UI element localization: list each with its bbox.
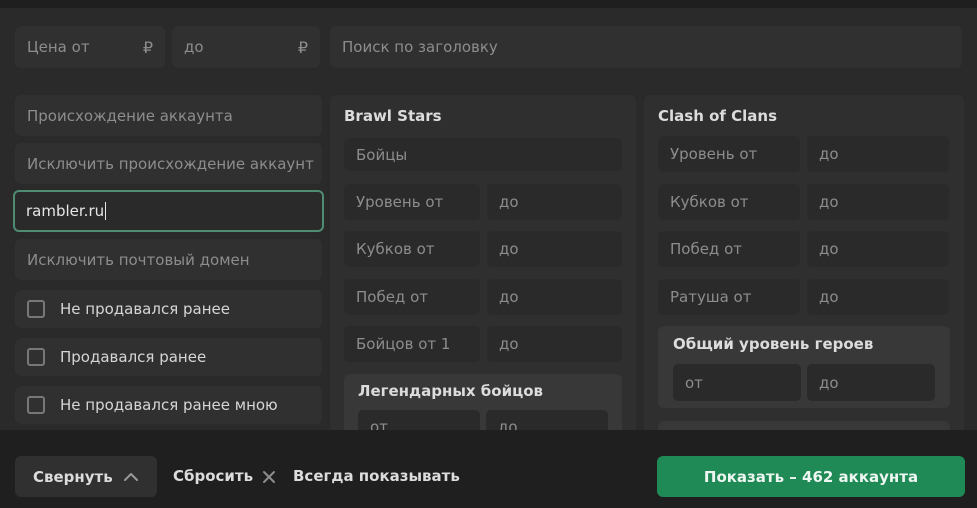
bs-wins-from-input[interactable]: Побед от (344, 279, 480, 315)
bs-wins-to-input[interactable]: до (487, 279, 622, 315)
placeholder: Побед от (356, 288, 428, 306)
placeholder: от (685, 373, 703, 392)
heroes-level-group: Общий уровень героев от до (658, 326, 950, 408)
checkbox-not-sold-before[interactable]: Не продавался ранее (15, 290, 322, 328)
coc-level-to-input[interactable]: до (807, 136, 949, 172)
heroes-to-input[interactable]: до (807, 364, 935, 401)
exclude-email-domain-input[interactable]: Исключить почтовый домен (15, 239, 322, 280)
exclude-email-domain-placeholder: Исключить почтовый домен (27, 250, 250, 269)
placeholder: до (499, 193, 519, 211)
price-to-placeholder: до (184, 38, 204, 56)
text-caret (105, 202, 107, 220)
bs-level-to-input[interactable]: до (487, 184, 622, 220)
reset-link[interactable]: Сбросить (173, 467, 253, 485)
bs-cups-to-input[interactable]: до (487, 231, 622, 267)
placeholder: Ратуша от (670, 288, 752, 306)
placeholder: до (819, 193, 839, 211)
placeholder: Уровень от (670, 145, 758, 163)
brawl-stars-panel: Brawl Stars Бойцы Уровень от до Кубков о… (330, 95, 636, 444)
fighters-placeholder: Бойцы (356, 145, 408, 164)
placeholder: до (819, 145, 839, 163)
placeholder: Уровень от (356, 193, 444, 211)
ruble-icon: ₽ (297, 37, 308, 57)
show-results-label: Показать – 462 аккаунта (703, 467, 919, 486)
show-results-button[interactable]: Показать – 462 аккаунта (657, 456, 965, 497)
coc-townhall-from-input[interactable]: Ратуша от (658, 279, 800, 315)
always-show-link[interactable]: Всегда показывать (293, 467, 460, 485)
collapse-button[interactable]: Свернуть (15, 456, 157, 497)
email-domain-value: rambler.ru (26, 202, 105, 220)
email-domain-input[interactable]: rambler.ru (13, 190, 324, 232)
fighters-input[interactable]: Бойцы (344, 138, 622, 171)
exclude-origin-input[interactable]: Исключить происхождение аккаунт (15, 143, 322, 184)
close-icon[interactable] (261, 469, 277, 485)
checkbox-label: Продавался ранее (60, 348, 207, 366)
placeholder: Кубков от (356, 240, 435, 258)
coc-cups-from-input[interactable]: Кубков от (658, 184, 800, 220)
legendary-title: Легендарных бойцов (358, 382, 544, 400)
placeholder: Побед от (670, 240, 742, 258)
placeholder: до (499, 288, 519, 306)
search-placeholder: Поиск по заголовку (342, 38, 498, 56)
checkbox-label: Не продавался ранее мною (60, 396, 278, 414)
title-search-input[interactable]: Поиск по заголовку (330, 26, 962, 68)
checkbox-icon[interactable] (27, 396, 45, 414)
bs-level-from-input[interactable]: Уровень от (344, 184, 480, 220)
coc-cups-to-input[interactable]: до (807, 184, 949, 220)
coc-wins-from-input[interactable]: Побед от (658, 231, 800, 267)
placeholder: до (819, 240, 839, 258)
coc-townhall-to-input[interactable]: до (807, 279, 949, 315)
heroes-title: Общий уровень героев (673, 335, 874, 353)
brawl-stars-title: Brawl Stars (344, 107, 442, 125)
price-to-input[interactable]: до ₽ (172, 26, 320, 68)
chevron-up-icon (124, 473, 138, 481)
clash-of-clans-panel: Clash of Clans Уровень от до Кубков от д… (644, 95, 964, 441)
placeholder: до (499, 335, 519, 353)
bs-fighters-to-input[interactable]: до (487, 326, 622, 362)
bs-cups-from-input[interactable]: Кубков от (344, 231, 480, 267)
checkbox-icon[interactable] (27, 348, 45, 366)
collapse-label: Свернуть (33, 467, 113, 486)
placeholder: до (819, 373, 839, 392)
coc-level-from-input[interactable]: Уровень от (658, 136, 800, 172)
price-from-placeholder: Цена от (27, 38, 90, 56)
ruble-icon: ₽ (142, 37, 153, 57)
clash-of-clans-title: Clash of Clans (658, 107, 778, 125)
placeholder: до (499, 240, 519, 258)
top-strip (0, 0, 977, 8)
checkbox-sold-before[interactable]: Продавался ранее (15, 338, 322, 376)
placeholder: Кубков от (670, 193, 749, 211)
checkbox-not-sold-by-me[interactable]: Не продавался ранее мною (15, 386, 322, 424)
checkbox-label: Не продавался ранее (60, 300, 230, 318)
heroes-from-input[interactable]: от (673, 364, 801, 401)
origin-placeholder: Происхождение аккаунта (27, 106, 233, 125)
placeholder: Бойцов от 1 (356, 335, 451, 353)
placeholder: до (819, 288, 839, 306)
bs-fighters-from-input[interactable]: Бойцов от 1 (344, 326, 480, 362)
checkbox-icon[interactable] (27, 300, 45, 318)
coc-wins-to-input[interactable]: до (807, 231, 949, 267)
exclude-origin-placeholder: Исключить происхождение аккаунт (27, 154, 314, 173)
price-from-input[interactable]: Цена от ₽ (15, 26, 165, 68)
origin-input[interactable]: Происхождение аккаунта (15, 95, 322, 136)
